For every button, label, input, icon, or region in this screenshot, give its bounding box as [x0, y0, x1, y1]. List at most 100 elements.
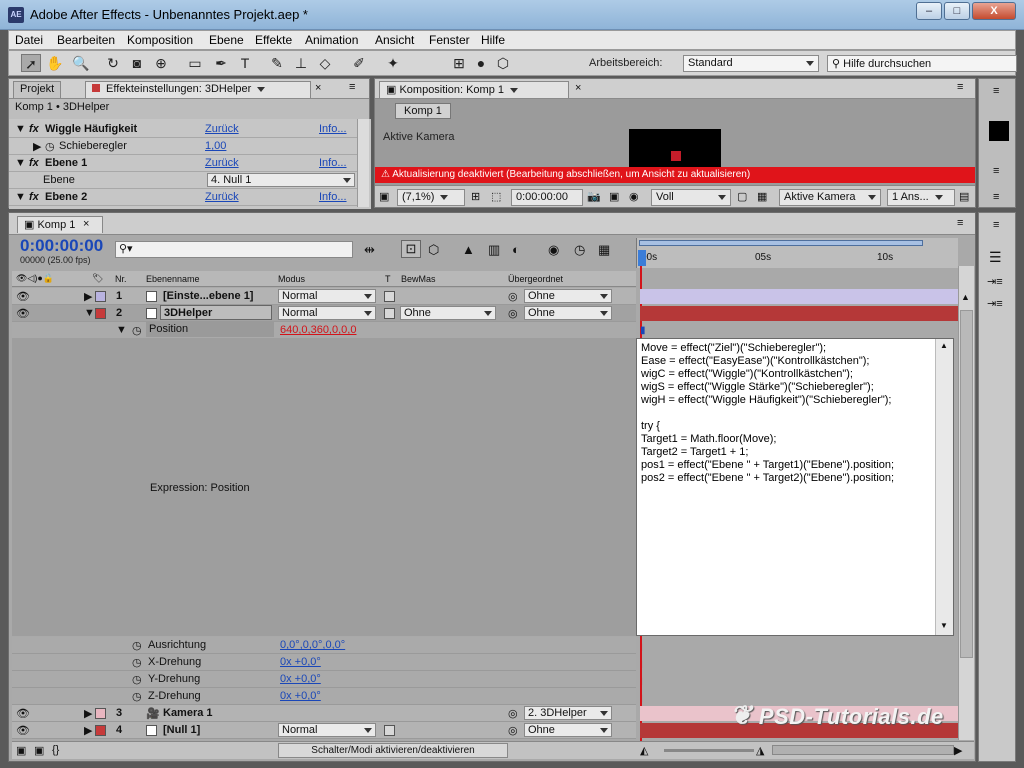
comp-viewer[interactable]	[629, 129, 721, 169]
indent-icon[interactable]: ⇥≡	[987, 297, 1003, 310]
position-label[interactable]: Position	[146, 322, 274, 337]
layer-label-color[interactable]	[95, 708, 106, 719]
indent-icon[interactable]: ⇥≡	[987, 275, 1003, 288]
property-value[interactable]: 0x +0,0°	[280, 673, 321, 685]
layer-name[interactable]: 3DHelper	[160, 305, 272, 320]
menu-komposition[interactable]: Komposition	[127, 33, 193, 47]
pen-tool-icon[interactable]: ✒	[211, 54, 231, 72]
parent-select[interactable]: Ohne	[524, 306, 612, 320]
menu-bearbeiten[interactable]: Bearbeiten	[57, 33, 115, 47]
current-time-field[interactable]: 0:00:00:00	[511, 189, 583, 206]
pan-behind-tool-icon[interactable]: ⊕	[151, 54, 171, 72]
view-axis-icon[interactable]: ⬡	[493, 54, 513, 72]
tab-composition[interactable]: ▣ Komposition: Komp 1	[379, 81, 569, 98]
pickwhip-icon[interactable]: ◎	[508, 307, 518, 320]
menu-effekte[interactable]: Effekte	[255, 33, 292, 47]
layer-name[interactable]: Kamera 1	[163, 707, 213, 719]
expand-arrow-icon[interactable]: ▼	[15, 157, 26, 169]
rectangle-tool-icon[interactable]: ▭	[185, 54, 205, 72]
help-search-input[interactable]: ⚲ Hilfe durchsuchen	[827, 55, 1017, 72]
expression-editor[interactable]: Move = effect("Ziel")("Schieberegler"); …	[636, 338, 954, 636]
align-left-icon[interactable]: ☰	[989, 249, 1002, 266]
tab-effect-controls[interactable]: Effekteinstellungen: 3DHelper	[85, 81, 311, 98]
scroll-up-icon[interactable]: ▲	[940, 341, 948, 350]
panel-menu-icon[interactable]: ≡	[349, 81, 355, 93]
eye-icon[interactable]: 👁	[16, 724, 30, 737]
expand-arrow-icon[interactable]: ▶	[84, 290, 92, 303]
zoom-select[interactable]: (7,1%)	[397, 189, 465, 206]
stopwatch-icon[interactable]: ◷	[132, 639, 142, 652]
scroll-right-icon[interactable]: ▶	[954, 744, 962, 757]
layer-row-4[interactable]: 👁 ▶ 4 [Null 1] Normal ◎ Ohne	[12, 722, 636, 739]
info-link[interactable]: Info...	[319, 157, 347, 169]
reset-link[interactable]: Zurück	[205, 191, 239, 203]
text-tool-icon[interactable]: T	[235, 54, 255, 72]
live-update-icon[interactable]: ⊡	[401, 240, 421, 258]
toggle-pixel-aspect-icon[interactable]: ▤	[959, 190, 969, 203]
slider-value[interactable]: 1,00	[205, 140, 226, 152]
pickwhip-icon[interactable]: ◎	[508, 707, 518, 720]
layer-name[interactable]: [Null 1]	[163, 724, 200, 736]
timeline-current-time[interactable]: 0:00:00:00	[20, 236, 103, 256]
layer-name[interactable]: [Einste...ebene 1]	[163, 290, 253, 302]
panel-menu-icon[interactable]: ≡	[993, 191, 999, 203]
eraser-tool-icon[interactable]: ◇	[315, 54, 335, 72]
parent-select[interactable]: Ohne	[524, 289, 612, 303]
menu-hilfe[interactable]: Hilfe	[481, 33, 505, 47]
layer-row-2[interactable]: 👁 ▼ 2 3DHelper Normal Ohne ◎ Ohne	[12, 305, 636, 322]
blend-mode-select[interactable]: Normal	[278, 306, 376, 320]
puppet-tool-icon[interactable]: ✦	[383, 54, 403, 72]
expand-arrow-icon[interactable]: ▶	[33, 140, 41, 153]
scroll-down-icon[interactable]: ▼	[940, 621, 948, 630]
panel-menu-icon[interactable]: ≡	[993, 165, 999, 177]
expand-arrow-icon[interactable]: ▼	[15, 123, 26, 135]
region-of-interest-icon[interactable]: ▢	[737, 190, 747, 203]
transparency-grid-icon[interactable]: ▦	[757, 190, 767, 203]
minimize-button[interactable]: –	[916, 2, 942, 20]
zoom-in-icon[interactable]: ▲	[961, 292, 970, 302]
layer-label-color[interactable]	[95, 291, 106, 302]
selection-tool-icon[interactable]: ➚	[21, 54, 41, 72]
comp-subtab[interactable]: Komp 1	[395, 103, 451, 119]
world-axis-icon[interactable]: ●	[471, 54, 491, 72]
graph-editor-icon[interactable]: ▦	[598, 242, 610, 258]
blend-mode-select[interactable]: Normal	[278, 723, 376, 737]
toggle-transfer-controls-icon[interactable]: ▣	[34, 744, 44, 757]
preserve-transparency-checkbox[interactable]	[384, 291, 395, 302]
effect-row-layer1[interactable]: ▼ fx Ebene 1 Zurück Info...	[9, 155, 359, 172]
close-tab-icon[interactable]: ×	[315, 82, 321, 94]
parent-select[interactable]: 2. 3DHelper	[524, 706, 612, 720]
draft-3d-icon[interactable]: ⬡	[428, 242, 439, 258]
timeline-horizontal-scrollbar[interactable]	[772, 745, 954, 755]
track-matte-select[interactable]: Ohne	[400, 306, 496, 320]
always-preview-icon[interactable]: ▣	[379, 190, 389, 203]
rotate-tool-icon[interactable]: ↻	[103, 54, 123, 72]
effect-row-slider[interactable]: ▶ ◷ Schieberegler 1,00	[9, 138, 359, 155]
layer-select[interactable]: 4. Null 1	[207, 173, 355, 187]
auto-keyframe-icon[interactable]: ◷	[574, 242, 585, 258]
camera-view-select[interactable]: Aktive Kamera	[779, 189, 881, 206]
scroll-thumb[interactable]	[960, 310, 973, 658]
layer-row-3[interactable]: 👁 ▶ 3 🎥 Kamera 1 ◎ 2. 3DHelper	[12, 705, 636, 722]
workspace-select[interactable]: Standard	[683, 55, 819, 72]
panel-menu-icon[interactable]: ≡	[957, 81, 963, 93]
expand-arrow-icon[interactable]: ▶	[84, 707, 92, 720]
roto-brush-tool-icon[interactable]: ✐	[349, 54, 369, 72]
property-value[interactable]: 0x +0,0°	[280, 690, 321, 702]
menu-fenster[interactable]: Fenster	[429, 33, 470, 47]
timeline-search-input[interactable]: ⚲▾	[115, 241, 353, 258]
timeline-zoom-slider[interactable]	[664, 749, 754, 752]
view-layout-select[interactable]: 1 Ans...	[887, 189, 955, 206]
eye-icon[interactable]: 👁	[16, 707, 30, 720]
motion-blur-icon[interactable]: ◐	[512, 242, 520, 257]
close-button[interactable]: X	[972, 2, 1016, 20]
effects-scrollbar[interactable]	[357, 119, 369, 207]
stopwatch-icon[interactable]: ◷	[45, 140, 55, 153]
parent-select[interactable]: Ohne	[524, 723, 612, 737]
expand-arrow-icon[interactable]: ▼	[116, 324, 127, 336]
property-value[interactable]: 0x +0,0°	[280, 656, 321, 668]
zoom-tool-icon[interactable]: 🔍	[71, 54, 91, 72]
brush-tool-icon[interactable]: ✎	[267, 54, 287, 72]
stopwatch-icon[interactable]: ◷	[132, 656, 142, 669]
layer-2-track-bar[interactable]	[640, 306, 958, 321]
